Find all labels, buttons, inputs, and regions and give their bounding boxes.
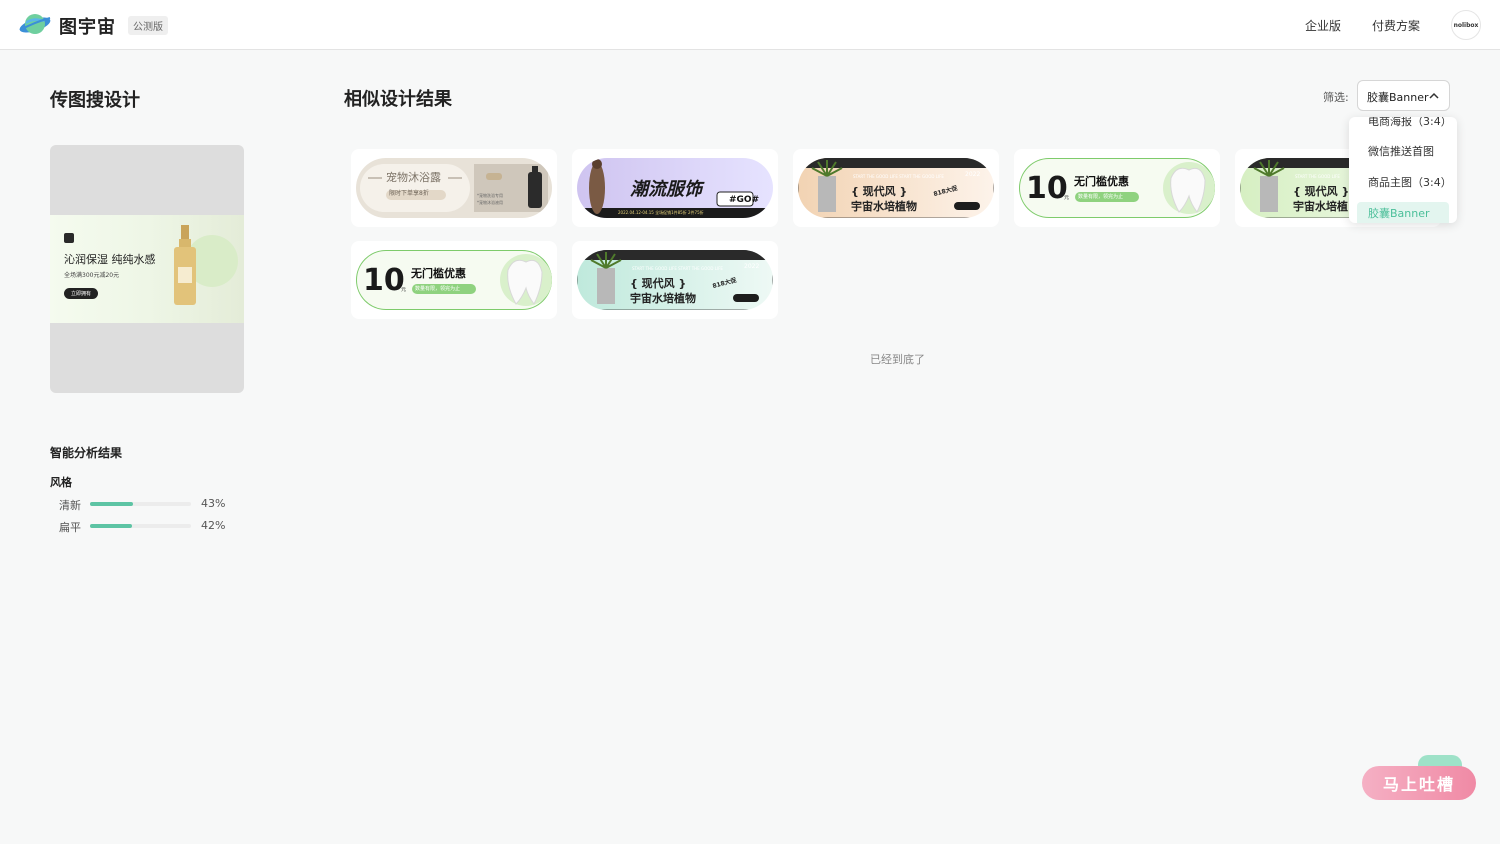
uploaded-banner-subtitle: 全场满300元减20元 — [64, 272, 120, 279]
uploaded-banner-image: 沁润保湿 纯纯水感 全场满300元减20元 立即拥有 — [50, 215, 244, 323]
card-year: 2022 — [744, 263, 760, 270]
style-progress-track — [90, 524, 191, 528]
analysis-title: 智能分析结果 — [50, 446, 123, 460]
style-label: 扁平 — [59, 521, 81, 534]
card-subtitle: 2022.04.12-04.15 全场促销1件85折 2件75折 — [618, 210, 704, 215]
dropdown-option[interactable]: 电商海报（3:4） — [1357, 117, 1452, 134]
result-card[interactable]: 10 元 无门槛优惠 数量有限，领完为止 — [1014, 149, 1220, 227]
filter-dropdown-menu: 电商海报（3:4） 微信推送首图 商品主图（3:4） 胶囊Banner — [1349, 117, 1457, 223]
card-subtitle: 限时下单享8折 — [389, 190, 429, 197]
style-progress-track — [90, 502, 191, 506]
card-note: *宠物沐浴液用 — [477, 200, 503, 205]
card-subtitle: 数量有限，领完为止 — [1078, 194, 1124, 200]
card-title: 宠物沐浴露 — [386, 171, 441, 184]
top-bar: 图宇宙 公测版 企业版 付费方案 nolibox — [0, 0, 1500, 50]
card-tagline: START THE GOOD LIFE — [1295, 174, 1340, 179]
results-title: 相似设计结果 — [344, 89, 452, 110]
pet-shampoo-banner-image — [356, 158, 552, 218]
style-label: 清新 — [59, 499, 81, 512]
filter-label: 筛选: — [1323, 91, 1349, 104]
card-amount: 10 — [1026, 171, 1068, 206]
style-section-label: 风格 — [50, 476, 72, 489]
result-card[interactable]: 潮流服饰 #GO# 2022.04.12-04.15 全场促销1件85折 2件7… — [572, 149, 778, 227]
filter-select[interactable]: 胶囊Banner — [1357, 80, 1450, 111]
result-card[interactable]: 宠物沐浴露 限时下单享8折 *宠物洗浴专用 *宠物沐浴液用 — [351, 149, 557, 227]
serum-bottle-icon — [174, 225, 196, 305]
card-amount: 10 — [363, 263, 405, 298]
card-subtitle: 宇宙水培植 — [1293, 200, 1348, 213]
uploaded-banner-title: 沁润保湿 纯纯水感 — [64, 253, 156, 266]
card-year: 2022 — [965, 171, 981, 178]
uploaded-banner-button: 立即拥有 — [64, 288, 98, 299]
filter-selected-value: 胶囊Banner — [1367, 91, 1429, 104]
planet-logo-icon[interactable] — [18, 12, 52, 38]
card-subtitle: 宇宙水培植物 — [851, 200, 917, 213]
brand-name[interactable]: 图宇宙 — [59, 13, 116, 39]
upload-search-title: 传图搜设计 — [50, 90, 140, 111]
dropdown-option[interactable]: 微信推送首图 — [1357, 140, 1449, 164]
result-card[interactable]: START THE GOOD LIFE START THE GOOD LIFE … — [793, 149, 999, 227]
uploaded-image-preview[interactable]: 沁润保湿 纯纯水感 全场满300元减20元 立即拥有 — [50, 145, 244, 393]
card-unit: 元 — [401, 287, 407, 293]
end-of-results-text: 已经到底了 — [870, 353, 925, 366]
chevron-up-icon — [1429, 92, 1439, 99]
card-unit: 元 — [1064, 195, 1070, 201]
feedback-button[interactable]: 马上吐槽 — [1362, 766, 1476, 800]
style-row: 清新 43% — [59, 497, 239, 512]
card-tag: #GO# — [729, 195, 760, 205]
dropdown-option-selected[interactable]: 胶囊Banner — [1357, 202, 1449, 223]
card-title: 无门槛优惠 — [1074, 175, 1129, 188]
card-title: 无门槛优惠 — [411, 267, 466, 280]
card-tagline: START THE GOOD LIFE START THE GOOD LIFE — [632, 266, 723, 271]
style-row: 扁平 42% — [59, 519, 239, 534]
card-subtitle: 数量有限，领完为止 — [415, 286, 461, 292]
result-card[interactable]: START THE GOOD LIFE START THE GOOD LIFE … — [572, 241, 778, 319]
beta-badge: 公测版 — [128, 16, 168, 35]
style-percent: 43% — [201, 497, 226, 510]
brand-mark-icon — [64, 233, 74, 243]
card-subtitle: 宇宙水培植物 — [630, 292, 696, 305]
nav-pricing-link[interactable]: 付费方案 — [1372, 17, 1420, 34]
card-title: { 现代风 } — [1293, 185, 1350, 198]
style-progress-fill — [90, 524, 133, 528]
style-progress-fill — [90, 502, 134, 506]
card-tagline: START THE GOOD LIFE START THE GOOD LIFE — [853, 174, 944, 179]
result-card[interactable]: 10 元 无门槛优惠 数量有限，领完为止 — [351, 241, 557, 319]
nav-enterprise-link[interactable]: 企业版 — [1305, 17, 1341, 34]
user-avatar[interactable]: nolibox — [1451, 10, 1481, 40]
card-title: { 现代风 } — [630, 277, 687, 290]
style-percent: 42% — [201, 519, 226, 532]
card-title: 潮流服饰 — [630, 179, 702, 200]
dropdown-option[interactable]: 商品主图（3:4） — [1357, 171, 1452, 195]
card-note: *宠物洗浴专用 — [477, 193, 503, 198]
card-title: { 现代风 } — [851, 185, 908, 198]
